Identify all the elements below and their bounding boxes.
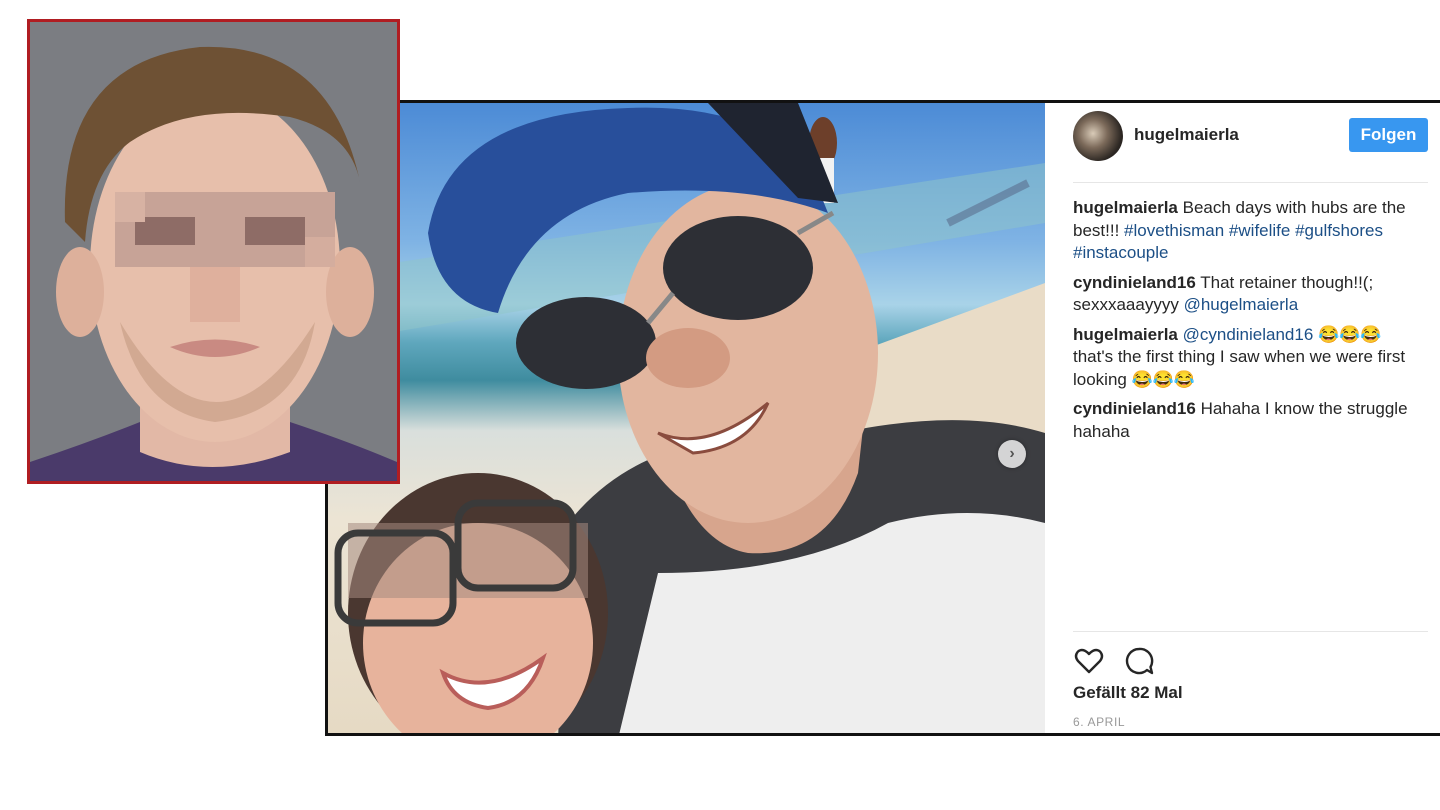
post-date: 6. APRIL [1073,715,1126,729]
actions-divider [1073,631,1428,632]
follow-button[interactable]: Folgen [1349,118,1428,152]
post-actions [1073,645,1169,677]
post-header: hugelmaierla Folgen [1073,108,1428,178]
comment: hugelmaierla @cyndinieland16 😂😂😂 that's … [1073,324,1418,392]
comment-author[interactable]: hugelmaierla [1073,325,1178,344]
post-author-username[interactable]: hugelmaierla [1134,125,1239,145]
comment: cyndinieland16 That retainer though!!(; … [1073,272,1418,317]
caption-hashtags[interactable]: #lovethisman #wifelife #gulfshores #inst… [1073,221,1383,263]
beach-selfie-illustration [328,103,1045,733]
caption-author[interactable]: hugelmaierla [1073,198,1178,217]
instagram-post: › hugelmaierla Folgen hugelmaierla Beach… [325,100,1440,736]
post-photo[interactable]: › [328,103,1045,733]
header-divider [1073,182,1428,183]
heart-outline-icon[interactable] [1073,645,1105,677]
comment-mention[interactable]: @hugelmaierla [1184,295,1299,314]
chevron-right-icon[interactable]: › [998,440,1026,468]
comment-author[interactable]: cyndinieland16 [1073,273,1196,292]
avatar[interactable] [1073,111,1123,161]
comment-author[interactable]: cyndinieland16 [1073,399,1196,418]
comment-mention[interactable]: @cyndinieland16 [1183,325,1314,344]
caption: hugelmaierla Beach days with hubs are th… [1073,197,1418,265]
comment: cyndinieland16 Hahaha I know the struggl… [1073,398,1418,443]
speech-bubble-icon[interactable] [1123,645,1155,677]
comments-list: hugelmaierla Beach days with hubs are th… [1073,197,1418,450]
post-side-panel: hugelmaierla Folgen hugelmaierla Beach d… [1045,103,1440,733]
mugshot-photo [27,19,400,484]
mugshot-illustration [30,22,397,481]
likes-count[interactable]: Gefällt 82 Mal [1073,683,1183,703]
